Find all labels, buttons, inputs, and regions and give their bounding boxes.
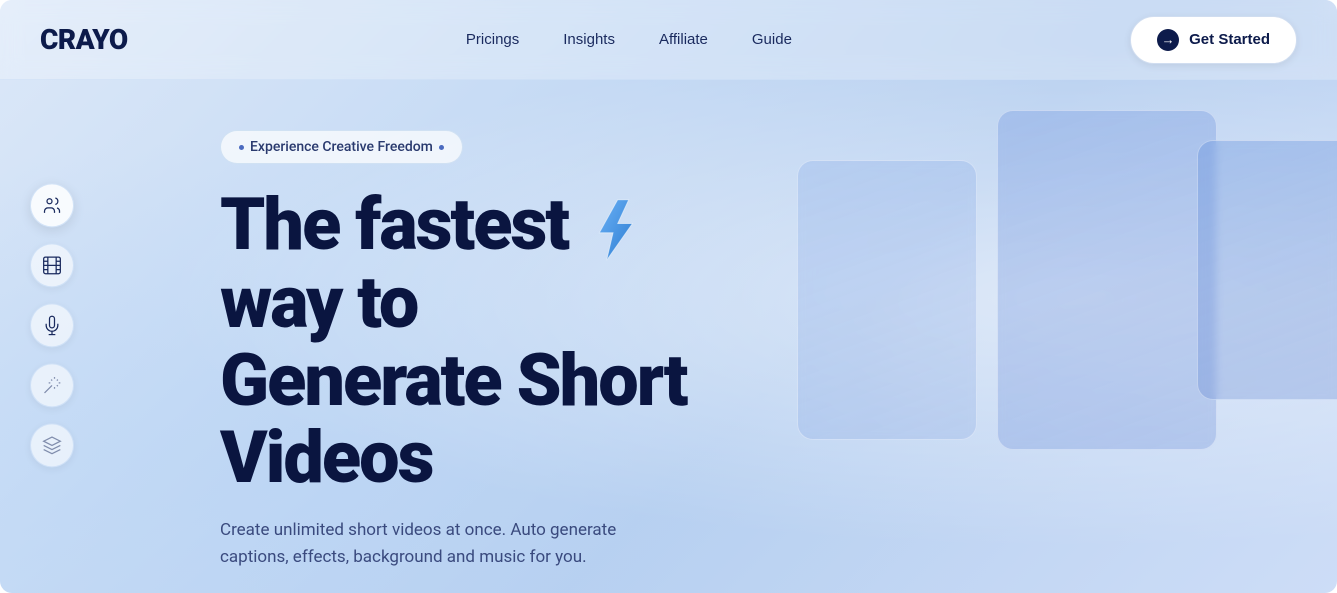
- nav: Pricings Insights Affiliate Guide: [448, 23, 810, 56]
- nav-guide[interactable]: Guide: [734, 23, 810, 56]
- hero-title: The fastest way to Generate Short Videos: [220, 186, 760, 497]
- video-panel-right: [1197, 140, 1337, 400]
- film-svg-icon: [42, 255, 62, 275]
- sidebar-layers-icon[interactable]: [30, 423, 74, 467]
- mic-svg-icon: [42, 315, 62, 335]
- get-started-button[interactable]: → Get Started: [1130, 16, 1297, 64]
- hero-title-line2: Generate Short Videos: [220, 338, 687, 501]
- sidebar-wand-icon[interactable]: [30, 363, 74, 407]
- page-wrapper: CRAYO Pricings Insights Affiliate Guide …: [0, 0, 1337, 593]
- nav-pricings[interactable]: Pricings: [448, 23, 537, 56]
- layers-svg-icon: [42, 435, 62, 455]
- video-panel-left: [797, 160, 977, 440]
- sidebar: [30, 183, 74, 467]
- sidebar-mic-icon[interactable]: [30, 303, 74, 347]
- nav-affiliate[interactable]: Affiliate: [641, 23, 726, 56]
- hero-subtitle: Create unlimited short videos at once. A…: [220, 517, 660, 571]
- nav-insights[interactable]: Insights: [545, 23, 633, 56]
- users-svg-icon: [42, 195, 62, 215]
- arrow-right-icon: →: [1157, 29, 1179, 51]
- lightning-icon: [588, 198, 640, 262]
- dot-right: [439, 145, 444, 150]
- sidebar-film-icon[interactable]: [30, 243, 74, 287]
- wand-svg-icon: [42, 375, 62, 395]
- tagline-text: Experience Creative Freedom: [250, 139, 433, 155]
- dot-left: [239, 145, 244, 150]
- tagline-badge: Experience Creative Freedom: [220, 130, 463, 164]
- video-panel-center: [997, 110, 1217, 450]
- main-content: Experience Creative Freedom The fastest …: [0, 80, 800, 593]
- right-decoration: [777, 80, 1337, 593]
- logo: CRAYO: [40, 23, 128, 56]
- header: CRAYO Pricings Insights Affiliate Guide …: [0, 0, 1337, 80]
- hero-title-line1: The fastest way to: [220, 182, 644, 345]
- sidebar-users-icon[interactable]: [30, 183, 74, 227]
